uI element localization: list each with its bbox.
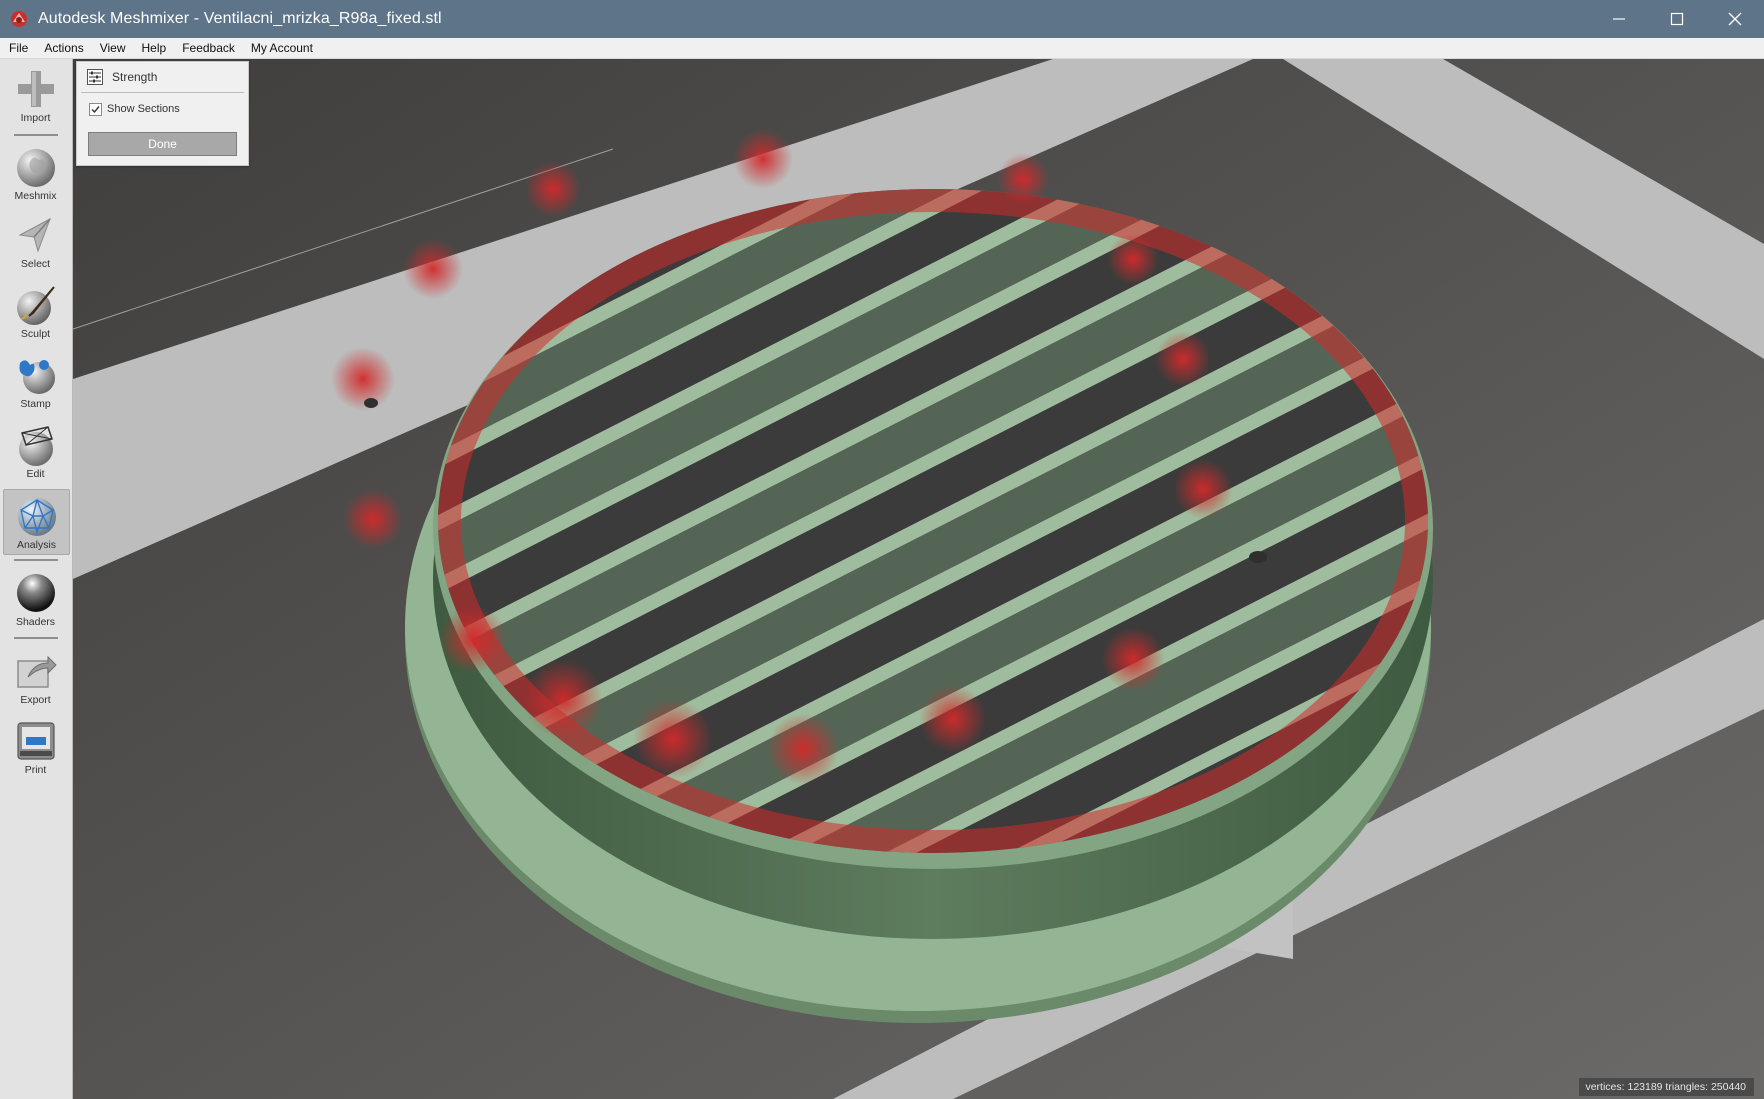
scene-canvas: Su rt bbox=[73, 59, 1764, 1099]
sliders-icon bbox=[87, 69, 103, 85]
analysis-sphere-icon bbox=[17, 498, 56, 536]
menu-my-account[interactable]: My Account bbox=[243, 38, 321, 58]
toolbar-separator bbox=[14, 559, 58, 561]
meshmixer-logo-icon bbox=[11, 11, 27, 27]
window-title: Autodesk Meshmixer - Ventilacni_mrizka_R… bbox=[38, 10, 442, 27]
left-toolbar: Import Meshmix Select Sculpt Stamp Edit … bbox=[0, 59, 73, 1099]
tool-select[interactable]: Select bbox=[3, 209, 68, 273]
minimize-icon bbox=[1613, 18, 1625, 20]
print-icon bbox=[16, 722, 55, 760]
tool-edit[interactable]: Edit bbox=[3, 419, 68, 483]
stamp-icon bbox=[19, 360, 55, 394]
checkmark-icon bbox=[91, 105, 100, 113]
panel-title: Strength bbox=[112, 70, 158, 84]
shaders-sphere-icon bbox=[16, 574, 55, 612]
sculpt-brush-icon bbox=[16, 286, 55, 325]
export-icon bbox=[16, 655, 57, 688]
tool-sculpt[interactable]: Sculpt bbox=[3, 279, 68, 343]
show-sections-checkbox[interactable] bbox=[89, 102, 102, 116]
screw-hole bbox=[364, 398, 378, 408]
toolbar-separator bbox=[14, 637, 58, 639]
close-icon bbox=[1728, 12, 1742, 26]
tool-shaders[interactable]: Shaders bbox=[3, 567, 68, 631]
3d-viewport[interactable]: Su rt bbox=[73, 59, 1764, 1099]
select-arrow-icon bbox=[17, 217, 51, 253]
menu-view[interactable]: View bbox=[92, 38, 134, 58]
tool-print[interactable]: Print bbox=[3, 715, 68, 779]
tool-stamp[interactable]: Stamp bbox=[3, 349, 68, 413]
mesh-stats: vertices: 123189 triangles: 250440 bbox=[1579, 1078, 1754, 1096]
done-button[interactable]: Done bbox=[88, 132, 237, 156]
tool-meshmix[interactable]: Meshmix bbox=[3, 141, 68, 205]
maximize-button[interactable] bbox=[1648, 0, 1706, 38]
menu-feedback[interactable]: Feedback bbox=[174, 38, 243, 58]
panel-header: Strength bbox=[81, 62, 244, 93]
maximize-icon bbox=[1670, 12, 1684, 26]
menu-file[interactable]: File bbox=[0, 38, 36, 58]
close-button[interactable] bbox=[1706, 0, 1764, 38]
toolbar-separator bbox=[14, 134, 58, 136]
screw-hole bbox=[1249, 551, 1267, 563]
show-sections-row[interactable]: Show Sections bbox=[89, 96, 248, 122]
menu-help[interactable]: Help bbox=[134, 38, 175, 58]
show-sections-label: Show Sections bbox=[107, 103, 180, 115]
minimize-button[interactable] bbox=[1590, 0, 1648, 38]
tool-export[interactable]: Export bbox=[3, 645, 68, 709]
meshmix-bunny-icon bbox=[16, 149, 55, 187]
menu-actions[interactable]: Actions bbox=[36, 38, 91, 58]
import-plus-icon bbox=[17, 71, 54, 107]
edit-sphere-icon bbox=[18, 426, 53, 466]
menu-bar: File Actions View Help Feedback My Accou… bbox=[0, 38, 1764, 59]
tool-import[interactable]: Import bbox=[3, 63, 68, 127]
strength-panel: Strength Show Sections Done bbox=[76, 61, 249, 166]
title-bar: Autodesk Meshmixer - Ventilacni_mrizka_R… bbox=[0, 0, 1764, 38]
tool-analysis[interactable]: Analysis bbox=[3, 489, 70, 555]
